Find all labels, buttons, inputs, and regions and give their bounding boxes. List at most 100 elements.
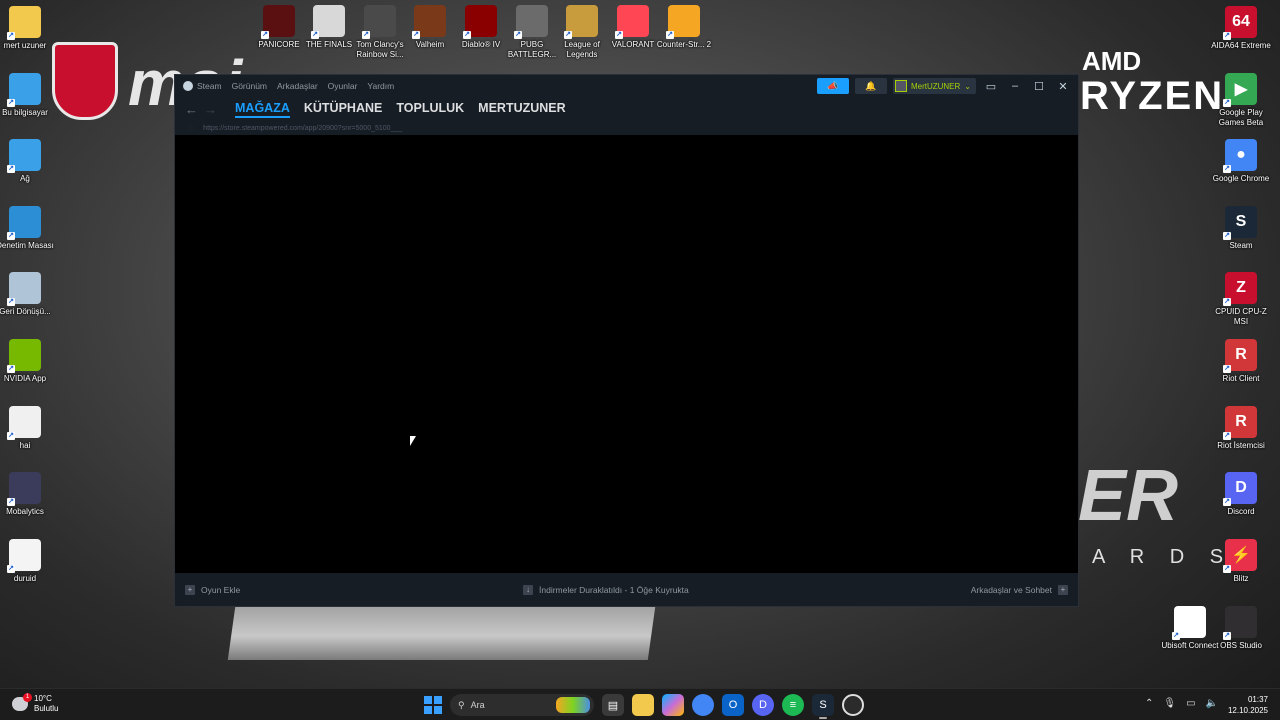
desktop-shortcut[interactable]: S ↗ Steam — [1208, 205, 1274, 251]
network-icon: ↗ — [7, 139, 41, 174]
desktop-shortcut-label: mert uzuner — [3, 41, 47, 50]
spotify-icon[interactable]: ≡ — [782, 694, 804, 716]
shortcut-arrow-icon: ↗ — [7, 365, 15, 373]
display-icon[interactable]: ▭ — [1186, 698, 1195, 709]
desktop-shortcut[interactable]: R ↗ Riot İstemcisi — [1208, 405, 1274, 451]
forward-arrow-icon[interactable]: → — [204, 102, 217, 117]
aida64-icon: 64 ↗ — [1223, 6, 1257, 40]
task-view-icon[interactable]: ▤ — [602, 694, 624, 716]
shortcut-arrow-icon: ↗ — [615, 31, 623, 39]
minimize-icon[interactable]: – — [1006, 80, 1024, 92]
store-content-area[interactable] — [175, 135, 1078, 574]
league-icon: ↗ — [564, 5, 598, 39]
shortcut-arrow-icon: ↗ — [311, 31, 319, 39]
shortcut-arrow-icon: ↗ — [7, 231, 15, 240]
maximize-icon[interactable]: ☐ — [1030, 80, 1048, 93]
back-arrow-icon[interactable]: ← — [185, 102, 198, 117]
clock[interactable]: 01:37 12.10.2025 — [1228, 694, 1268, 716]
copilot-icon[interactable] — [662, 694, 684, 716]
desktop-shortcut[interactable]: 64 ↗ AIDA64 Extreme — [1208, 6, 1274, 51]
big-picture-icon[interactable]: ▭ — [982, 80, 1000, 93]
msi-dragon-logo — [52, 42, 118, 120]
add-game-button[interactable]: + Oyun Ekle — [185, 584, 241, 595]
desktop-shortcut[interactable]: ↗ Counter-Str... 2 — [651, 5, 717, 50]
desktop-shortcut[interactable]: ↗ mert uzuner — [0, 6, 58, 51]
volume-icon[interactable]: 🔈 — [1206, 698, 1218, 709]
desktop-shortcut[interactable]: ↗ Ağ — [0, 139, 58, 184]
account-menu-button[interactable]: MertUZUNER ⌄ — [892, 78, 976, 94]
desktop-shortcut[interactable]: ▶ ↗ Google Play Games Beta — [1208, 72, 1274, 128]
desktop-shortcut-label: duruid — [13, 573, 37, 583]
shortcut-arrow-icon: ↗ — [1223, 431, 1231, 440]
cloud-icon: 1 — [12, 693, 32, 711]
desktop-shortcut[interactable]: ● ↗ Google Chrome — [1208, 139, 1274, 184]
desktop-shortcut[interactable]: R ↗ Riot Client — [1208, 339, 1274, 384]
desktop-shortcut-label: Counter-Str... 2 — [656, 40, 712, 49]
tab-community[interactable]: TOPLULUK — [396, 101, 464, 118]
desktop-shortcut[interactable]: ⚡ ↗ Blitz — [1208, 538, 1274, 584]
desktop-shortcut[interactable]: ↗ Denetim Masası — [0, 205, 58, 251]
friends-chat-button[interactable]: Arkadaşlar ve Sohbet + — [971, 584, 1068, 595]
shortcut-arrow-icon: ↗ — [362, 31, 370, 39]
tab-store[interactable]: MAĞAZA — [235, 101, 290, 118]
pubg-icon: ↗ — [514, 5, 548, 39]
announcements-button[interactable]: 📣 — [816, 78, 849, 94]
taskbar-search[interactable]: ⚲ Ara — [450, 694, 594, 716]
shortcut-arrow-icon: ↗ — [1223, 98, 1231, 107]
outlook-icon[interactable]: O — [722, 694, 744, 716]
obs-taskbar-icon[interactable] — [842, 694, 864, 716]
file-explorer-icon[interactable] — [632, 694, 654, 716]
desktop-shortcut[interactable]: ↗ NVIDIA App — [0, 339, 58, 384]
menu-steam[interactable]: Steam — [183, 81, 222, 91]
microphone-icon[interactable]: 🎙 — [1163, 698, 1176, 709]
tab-library[interactable]: KÜTÜPHANE — [304, 101, 382, 118]
desktop-shortcut[interactable]: Z ↗ CPUID CPU-Z MSI — [1208, 272, 1274, 327]
chrome-taskbar-icon[interactable] — [692, 694, 714, 716]
search-icon: ⚲ — [458, 699, 465, 710]
desktop-shortcut[interactable]: ↗ Bu bilgisayar — [0, 72, 58, 118]
desktop-shortcut-label: Google Chrome — [1212, 174, 1270, 184]
shortcut-arrow-icon: ↗ — [1223, 32, 1231, 40]
computer-icon: ↗ — [7, 72, 41, 107]
diablo-icon: ↗ — [463, 5, 497, 39]
desktop-shortcut[interactable]: ↗ duruid — [0, 538, 58, 584]
rainbow-six-icon: ↗ — [362, 5, 396, 39]
desktop-shortcut[interactable]: ↗ hai — [0, 405, 58, 451]
menu-friends[interactable]: Arkadaşlar — [277, 81, 318, 91]
desktop-shortcut[interactable]: ↗ Mobalytics — [0, 472, 58, 517]
temperature: 10°C — [34, 694, 52, 703]
time: 01:37 — [1247, 695, 1268, 704]
menu-games[interactable]: Oyunlar — [328, 81, 358, 91]
notifications-button[interactable]: 🔔 — [854, 78, 887, 94]
desktop-shortcut[interactable]: ↗ Geri Dönüşü... — [0, 272, 58, 317]
steam-taskbar-icon[interactable]: S — [812, 694, 834, 719]
obs-icon: ↗ — [1223, 606, 1257, 640]
shortcut-arrow-icon: ↗ — [1223, 298, 1231, 307]
steam-window[interactable]: Steam Görünüm Arkadaşlar Oyunlar Yardım … — [174, 74, 1079, 607]
steam-logo-icon — [183, 81, 193, 91]
date: 12.10.2025 — [1227, 706, 1268, 715]
control-panel-icon: ↗ — [7, 205, 41, 240]
close-icon[interactable]: ✕ — [1054, 80, 1072, 93]
shortcut-arrow-icon: ↗ — [1172, 632, 1180, 640]
desktop-shortcut-label: Mobalytics — [6, 507, 44, 517]
start-button[interactable] — [424, 696, 442, 714]
shortcut-arrow-icon: ↗ — [1223, 632, 1231, 640]
add-game-label: Oyun Ekle — [201, 584, 241, 595]
menu-help[interactable]: Yardım — [367, 81, 394, 91]
menu-view[interactable]: Görünüm — [232, 81, 267, 91]
tab-profile[interactable]: MERTUZUNER — [478, 101, 566, 118]
weather-widget[interactable]: 1 10°C Bulutlu — [12, 693, 59, 714]
desktop-shortcut-label: Ağ — [20, 174, 30, 184]
chevron-up-icon[interactable]: ⌃ — [1145, 698, 1153, 709]
desktop-shortcut-label: Riot Client — [1222, 374, 1260, 383]
desktop-shortcut-label: Diablo® IV — [461, 40, 501, 49]
discord-taskbar-icon[interactable]: D — [752, 694, 774, 716]
downloads-status-button[interactable]: ↓ İndirmeler Duraklatıldı - 1 Öğe Kuyruk… — [523, 584, 689, 595]
plus-icon: + — [185, 584, 195, 595]
shortcut-arrow-icon: ↗ — [1223, 231, 1231, 240]
desktop-shortcut[interactable]: D ↗ Discord — [1208, 472, 1274, 517]
steam-titlebar[interactable]: Steam Görünüm Arkadaşlar Oyunlar Yardım … — [175, 75, 1078, 97]
weather-condition: Bulutlu — [34, 704, 59, 713]
desktop-shortcut[interactable]: ↗ OBS Studio — [1208, 606, 1274, 651]
